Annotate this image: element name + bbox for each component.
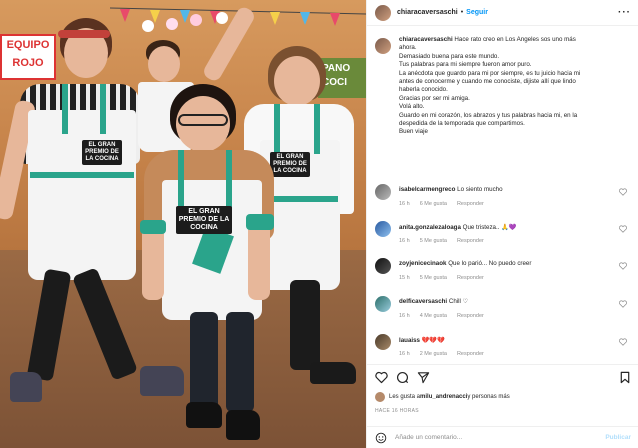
comment-reply-button[interactable]: Responder [457, 351, 484, 357]
comment-time[interactable]: 15 h [399, 275, 410, 281]
comment-likes[interactable]: 2 Me gusta [420, 351, 447, 357]
caption-line: antes de conocerme y cuando me conociste… [399, 78, 576, 86]
comment-reply-button[interactable]: Responder [457, 313, 484, 319]
heart-icon[interactable] [619, 188, 627, 196]
comment-meta: 16 h 5 Me gusta Responder [399, 238, 484, 244]
more-options-icon[interactable]: ··· [618, 7, 631, 18]
caption-line: despedida de la temporada que compartimo… [399, 120, 525, 128]
heart-icon[interactable] [619, 225, 627, 233]
comment-reply-button[interactable]: Responder [457, 275, 484, 281]
comment-item: isabelcarmengreco Lo siento mucho 16 h 6… [375, 184, 631, 214]
heart-icon[interactable] [619, 262, 627, 270]
comment-time[interactable]: 16 h [399, 238, 410, 244]
post-photo[interactable]: EQUIPO ROJO PANO COCI EL GRAN PREMIO DE … [0, 0, 366, 448]
comment-avatar[interactable] [375, 258, 391, 274]
post-side-panel: chiaracaversaschi • Seguir ··· chiaracav… [366, 0, 638, 448]
comment-username[interactable]: lauaiss [399, 337, 420, 344]
heart-icon[interactable] [619, 338, 627, 346]
comment-item: anita.gonzalezaloaga Que tristeza.. 🙏💜 1… [375, 221, 631, 251]
comment-likes[interactable]: 6 Me gusta [420, 201, 447, 207]
caption-line: Buen viaje [399, 128, 428, 136]
caption-line: Guardo en mi corazón, los abrazos y tus … [399, 111, 578, 119]
comment-username[interactable]: zoyjenicecinaok [399, 260, 446, 267]
header-separator: • [460, 9, 464, 16]
comment-body: anita.gonzalezaloaga Que tristeza.. 🙏💜 [399, 223, 517, 231]
comment-likes[interactable]: 4 Me gusta [420, 313, 447, 319]
caption-line: ahora. [399, 44, 417, 52]
comment-username[interactable]: isabelcarmengreco [399, 186, 455, 193]
comment-username[interactable]: anita.gonzalezaloaga [399, 224, 461, 231]
heart-icon[interactable] [619, 300, 627, 308]
share-send-icon[interactable] [417, 371, 430, 384]
caption-line: Tus palabras para mi siempre fueron amor… [399, 61, 532, 69]
likes-user[interactable]: milu_andrenacci [420, 394, 467, 400]
caption-line: Hace rato creo en Los Angeles sos uno má… [454, 36, 576, 43]
comment-text: Lo siento mucho [457, 186, 503, 193]
apron-label-center: EL GRAN PREMIO DE LA COCINA [176, 206, 232, 234]
post-action-bar [367, 364, 638, 390]
comment-meta: 16 h 2 Me gusta Responder [399, 351, 484, 357]
comment-avatar[interactable] [375, 334, 391, 350]
photo-person-center: EL GRAN PREMIO DE LA COCINA [130, 80, 290, 448]
avatar[interactable] [375, 4, 391, 21]
comment-item: delficaversaschi Chill ♡ 16 h 4 Me gusta… [375, 296, 631, 326]
comment-meta: 16 h 4 Me gusta Responder [399, 313, 484, 319]
caption-line: Demasiado buena para este mundo. [399, 52, 500, 60]
bookmark-icon[interactable] [619, 371, 631, 384]
emoji-icon[interactable] [375, 432, 387, 444]
comment-meta: 15 h 5 Me gusta Responder [399, 275, 484, 281]
comment-likes[interactable]: 5 Me gusta [420, 275, 447, 281]
comment-avatar[interactable] [375, 296, 391, 312]
comment-reply-button[interactable]: Responder [457, 201, 484, 207]
likes-avatar [375, 392, 385, 402]
comment-text: 💔💔💔 [421, 337, 445, 344]
post-header: chiaracaversaschi • Seguir ··· [367, 0, 638, 26]
publish-button[interactable]: Publicar [605, 434, 631, 441]
post-timestamp[interactable]: HACE 16 HORAS [375, 408, 419, 414]
add-comment-bar: Añade un comentario... Publicar [367, 426, 638, 448]
caption-text: chiaracaversaschi Hace rato creo en Los … [399, 36, 631, 137]
comment-item: lauaiss 💔💔💔 16 h 2 Me gusta Responder [375, 334, 631, 364]
caption-avatar[interactable] [375, 38, 391, 54]
caption-line: haberla conocido. [399, 86, 448, 94]
comment-avatar[interactable] [375, 221, 391, 237]
likes-suffix: y personas más [467, 394, 510, 400]
comment-username[interactable]: delficaversaschi [399, 298, 447, 305]
comment-bubble-icon[interactable] [396, 371, 409, 384]
comment-time[interactable]: 16 h [399, 313, 410, 319]
post-caption: chiaracaversaschi Hace rato creo en Los … [375, 36, 631, 137]
like-heart-icon[interactable] [375, 371, 388, 384]
follow-button[interactable]: Seguir [466, 9, 488, 16]
comment-likes[interactable]: 5 Me gusta [420, 238, 447, 244]
caption-line: Gracias por ser mi amiga. [399, 94, 470, 102]
comment-text: Chill ♡ [448, 298, 469, 305]
comment-time[interactable]: 16 h [399, 201, 410, 207]
caption-line: Volá alto. [399, 103, 425, 111]
comment-reply-button[interactable]: Responder [457, 238, 484, 244]
caption-username[interactable]: chiaracaversaschi [399, 36, 453, 43]
comment-meta: 16 h 6 Me gusta Responder [399, 201, 484, 207]
comment-time[interactable]: 16 h [399, 351, 410, 357]
comment-body: delficaversaschi Chill ♡ [399, 298, 468, 305]
likes-prefix: Les gusta a [389, 394, 421, 400]
comment-body: zoyjenicecinaok Que lo parió... No puedo… [399, 260, 531, 267]
comment-input[interactable]: Añade un comentario... [395, 434, 462, 441]
likes-summary[interactable]: Les gusta a milu_andrenacci y personas m… [375, 392, 510, 402]
comment-item: zoyjenicecinaok Que lo parió... No puedo… [375, 258, 631, 288]
caption-line: La anécdota que guardo para mi por siemp… [399, 69, 581, 77]
comment-text: Que tristeza.. 🙏💜 [462, 224, 517, 231]
header-username[interactable]: chiaracaversaschi [397, 9, 458, 16]
comment-text: Que lo parió... No puedo creer [448, 260, 532, 267]
comment-body: lauaiss 💔💔💔 [399, 336, 445, 344]
comment-avatar[interactable] [375, 184, 391, 200]
comment-body: isabelcarmengreco Lo siento mucho [399, 186, 503, 193]
